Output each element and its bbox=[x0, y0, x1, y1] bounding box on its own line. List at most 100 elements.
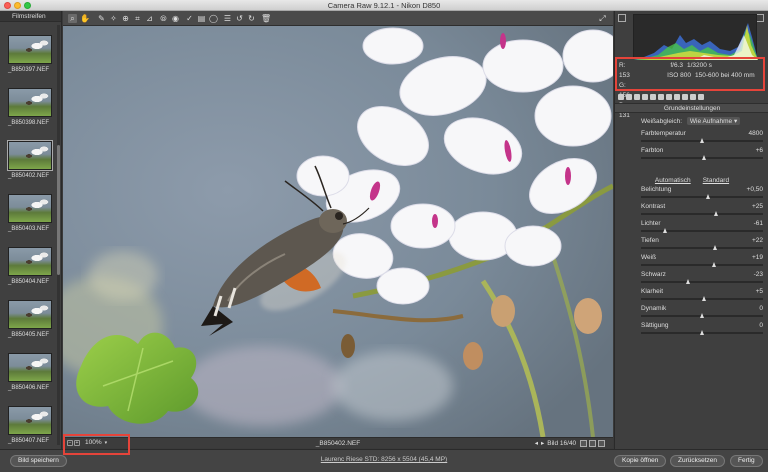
detail-tab-icon[interactable] bbox=[634, 94, 640, 100]
calibration-tab-icon[interactable] bbox=[682, 94, 688, 100]
slider-value[interactable]: 0 bbox=[759, 322, 763, 329]
thumbnail-label: _B850398.NEF bbox=[8, 120, 50, 126]
slider-row: Farbtemperatur 4800 bbox=[641, 130, 763, 147]
slider-track[interactable] bbox=[641, 230, 763, 232]
slider-knob[interactable] bbox=[699, 330, 704, 335]
photo-hummingbird-hawkmoth bbox=[63, 26, 613, 437]
trash-icon[interactable]: 🗑 bbox=[261, 14, 271, 23]
filmstrip-thumbnail[interactable]: _B850404.NEF bbox=[6, 247, 54, 285]
slider-knob[interactable] bbox=[699, 313, 704, 318]
slider-row: Schwarz -23 bbox=[641, 271, 763, 288]
slider-value[interactable]: +22 bbox=[752, 237, 763, 244]
filmstrip-thumbnail[interactable]: _B850397.NEF bbox=[6, 35, 54, 73]
slider-knob[interactable] bbox=[686, 279, 691, 284]
thumbnail-label: _B850397.NEF bbox=[8, 67, 50, 73]
slider-label: Belichtung bbox=[641, 186, 672, 193]
filmstrip-thumbnail[interactable]: _B850407.NEF bbox=[6, 406, 54, 444]
slider-value[interactable]: -23 bbox=[754, 271, 763, 278]
window-title: Camera Raw 9.12.1 - Nikon D850 bbox=[327, 1, 441, 10]
right-panel: R: 153 G: 156 B: 131 f/6.31/3200 s ISO 8… bbox=[614, 11, 768, 449]
filmstrip-thumbnail[interactable]: _B850403.NEF bbox=[6, 194, 54, 232]
slider-value[interactable]: +6 bbox=[756, 147, 763, 154]
canvas-status-bar: − +100% ▾ _B850402.NEF ◂ ▸ Bild 16/40 bbox=[63, 437, 613, 448]
radial-filter-icon[interactable]: ◯ bbox=[209, 14, 218, 23]
split-toning-tab-icon[interactable] bbox=[650, 94, 656, 100]
rotate-left-icon[interactable]: ↺ bbox=[235, 14, 244, 23]
toggle-settings-icon[interactable] bbox=[598, 439, 605, 447]
slider-value[interactable]: +25 bbox=[752, 203, 763, 210]
slider-knob[interactable] bbox=[705, 194, 710, 199]
slider-track[interactable] bbox=[641, 196, 763, 198]
targeted-adjustment-tool-icon[interactable]: ⊕ bbox=[121, 14, 130, 23]
before-after-icon[interactable] bbox=[580, 439, 587, 447]
slider-knob[interactable] bbox=[711, 262, 716, 267]
slider-track[interactable] bbox=[641, 264, 763, 266]
thumbnail-image bbox=[8, 194, 52, 223]
slider-label: Lichter bbox=[641, 220, 661, 227]
filmstrip-thumbnail[interactable]: _B850402.NEF bbox=[6, 140, 54, 179]
slider-label: Dynamik bbox=[641, 305, 667, 312]
rotate-right-icon[interactable]: ↻ bbox=[247, 14, 256, 23]
slider-knob[interactable] bbox=[699, 138, 704, 143]
reset-button[interactable]: Zurücksetzen bbox=[670, 455, 726, 467]
filmstrip-thumbnail[interactable]: _B850405.NEF bbox=[6, 300, 54, 338]
default-tone-link[interactable]: Standard bbox=[703, 177, 729, 184]
filmstrip-thumbnail[interactable]: _B850406.NEF bbox=[6, 353, 54, 391]
auto-tone-link[interactable]: Automatisch bbox=[655, 177, 691, 184]
thumbnail-image bbox=[8, 406, 52, 435]
next-image-icon[interactable]: ▸ bbox=[541, 440, 544, 447]
filmstrip-thumbnail[interactable]: _B850398.NEF bbox=[6, 88, 54, 126]
slider-knob[interactable] bbox=[712, 245, 717, 250]
image-preview[interactable] bbox=[63, 26, 613, 437]
crop-tool-icon[interactable]: ⌗ bbox=[133, 14, 142, 23]
slider-value[interactable]: -61 bbox=[754, 220, 763, 227]
lens-tab-icon[interactable] bbox=[658, 94, 664, 100]
open-copy-button[interactable]: Kopie öffnen bbox=[614, 455, 667, 467]
white-balance-select[interactable]: Wie Aufnahme ▾ bbox=[686, 117, 741, 125]
presets-tab-icon[interactable] bbox=[690, 94, 696, 100]
thumbnail-image bbox=[7, 140, 53, 171]
hsl-tab-icon[interactable] bbox=[642, 94, 648, 100]
slider-label: Farbtemperatur bbox=[641, 130, 686, 137]
filmstrip-scrollbar-thumb[interactable] bbox=[57, 145, 60, 275]
slider-value[interactable]: +0,50 bbox=[747, 186, 763, 193]
adjustment-brush-icon[interactable]: ✓ bbox=[185, 14, 194, 23]
hand-tool-icon[interactable]: ✋ bbox=[80, 14, 90, 23]
slider-value[interactable]: 0 bbox=[759, 305, 763, 312]
slider-track[interactable] bbox=[641, 213, 763, 215]
preferences-icon[interactable]: ☰ bbox=[223, 14, 232, 23]
slider-track[interactable] bbox=[641, 281, 763, 283]
slider-value[interactable]: +19 bbox=[752, 254, 763, 261]
snapshots-tab-icon[interactable] bbox=[698, 94, 704, 100]
graduated-filter-icon[interactable]: ▤ bbox=[197, 14, 206, 23]
r-value: 153 bbox=[619, 72, 630, 79]
basic-tab-icon[interactable] bbox=[618, 94, 624, 100]
slider-knob[interactable] bbox=[701, 296, 706, 301]
white-balance-tool-icon[interactable]: ✎ bbox=[97, 14, 106, 23]
tone-curve-tab-icon[interactable] bbox=[626, 94, 632, 100]
red-eye-tool-icon[interactable]: ◉ bbox=[171, 14, 180, 23]
spot-removal-tool-icon[interactable]: ⦾ bbox=[159, 14, 168, 23]
done-button[interactable]: Fertig bbox=[730, 455, 763, 467]
previous-image-icon[interactable]: ◂ bbox=[535, 440, 538, 447]
slider-row: Belichtung +0,50 bbox=[641, 186, 763, 203]
thumbnail-label: _B850402.NEF bbox=[8, 173, 50, 179]
effects-tab-icon[interactable] bbox=[666, 94, 672, 100]
slider-value[interactable]: +5 bbox=[756, 288, 763, 295]
slider-track[interactable] bbox=[641, 247, 763, 249]
straighten-tool-icon[interactable]: ⊿ bbox=[145, 14, 154, 23]
color-sampler-tool-icon[interactable]: ✧ bbox=[109, 14, 118, 23]
zoom-tool-icon[interactable]: ⌕ bbox=[68, 14, 77, 23]
slider-row: Lichter -61 bbox=[641, 220, 763, 237]
fullscreen-icon[interactable]: ⤢ bbox=[598, 14, 607, 23]
fx-tab-icon[interactable] bbox=[674, 94, 680, 100]
slider-knob[interactable] bbox=[701, 155, 706, 160]
slider-knob[interactable] bbox=[662, 228, 667, 233]
slider-knob[interactable] bbox=[714, 211, 719, 216]
swap-settings-icon[interactable] bbox=[589, 439, 596, 447]
slider-value[interactable]: 4800 bbox=[749, 130, 763, 137]
shadow-clipping-icon[interactable] bbox=[618, 14, 626, 22]
slider-row: Dynamik 0 bbox=[641, 305, 763, 322]
section-title: Grundeinstellungen bbox=[615, 103, 768, 113]
filmstrip-scrollbar[interactable] bbox=[57, 25, 60, 445]
